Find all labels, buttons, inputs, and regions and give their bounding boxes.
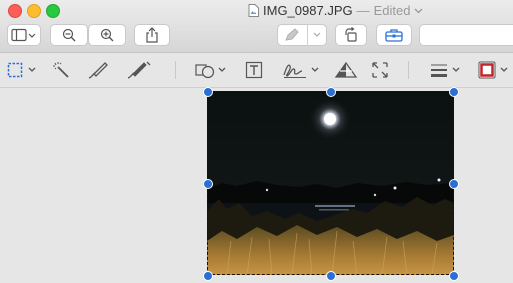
- text-box-icon: [245, 61, 263, 79]
- rectangular-selection-icon: [7, 62, 23, 78]
- shapes-icon: [195, 64, 215, 79]
- adjust-size-tool[interactable]: [370, 59, 390, 81]
- signature-tool[interactable]: [282, 59, 320, 81]
- toolbar-divider: [408, 61, 409, 79]
- title-bar: IMG_0987.JPG — Edited: [0, 0, 513, 53]
- photo-image: [207, 91, 454, 275]
- shape-style-tool[interactable]: [430, 59, 461, 81]
- signature-icon: [283, 64, 306, 78]
- adjust-color-icon: [334, 61, 358, 78]
- chevron-down-icon: [218, 67, 226, 72]
- resize-handle-left[interactable]: [203, 179, 213, 189]
- zoom-out-icon: [62, 28, 76, 42]
- line-style-icon: [431, 64, 447, 77]
- resize-handle-top-left[interactable]: [203, 87, 213, 97]
- chevron-down-icon: [500, 67, 508, 72]
- border-color-icon: [478, 61, 496, 79]
- sidebar-view-button[interactable]: [7, 24, 41, 46]
- markup-button[interactable]: [277, 24, 327, 46]
- chevron-down-icon: [313, 32, 320, 37]
- shapes-tool[interactable]: [195, 59, 227, 81]
- zoom-out-button[interactable]: [50, 24, 88, 46]
- draw-pen-icon: [127, 61, 151, 79]
- resize-handle-top-right[interactable]: [449, 87, 459, 97]
- chevron-down-icon: [415, 8, 423, 13]
- window-title[interactable]: IMG_0987.JPG — Edited: [248, 3, 423, 18]
- border-color-tool[interactable]: [478, 59, 509, 81]
- adjust-color-tool[interactable]: [334, 59, 358, 81]
- chevron-down-icon: [452, 67, 460, 72]
- resize-icon: [372, 62, 388, 78]
- markup-divider: [306, 24, 308, 46]
- image-file-icon: [248, 4, 259, 17]
- resize-handle-bottom-right[interactable]: [449, 271, 459, 281]
- zoom-in-icon: [100, 28, 114, 42]
- photo-night-moon[interactable]: [207, 91, 454, 275]
- magic-wand-icon: [53, 62, 69, 78]
- close-window-button[interactable]: [8, 4, 22, 18]
- maximize-window-button[interactable]: [46, 4, 60, 18]
- search-field[interactable]: [419, 24, 513, 46]
- resize-handle-top[interactable]: [326, 87, 336, 97]
- toolbar-divider: [175, 61, 176, 79]
- sketch-tool[interactable]: [88, 59, 110, 81]
- markup-toolbar: [0, 53, 513, 88]
- text-tool[interactable]: [245, 59, 263, 81]
- resize-handle-right[interactable]: [449, 179, 459, 189]
- edited-status: Edited: [373, 3, 411, 18]
- filename: IMG_0987.JPG: [263, 3, 353, 18]
- selection-tool[interactable]: [7, 59, 37, 81]
- markup-pen-icon: [284, 28, 299, 41]
- sidebar-icon: [11, 28, 36, 42]
- rotate-button[interactable]: [335, 24, 367, 46]
- markup-toolbar-button[interactable]: [376, 24, 412, 46]
- sketch-pen-icon: [88, 62, 108, 79]
- zoom-in-button[interactable]: [88, 24, 126, 46]
- toolbox-icon: [385, 29, 403, 42]
- minimize-window-button[interactable]: [27, 4, 41, 18]
- share-icon: [146, 27, 158, 43]
- resize-handle-bottom-left[interactable]: [203, 271, 213, 281]
- chevron-down-icon: [28, 67, 36, 72]
- resize-handle-bottom[interactable]: [326, 271, 336, 281]
- instant-alpha-tool[interactable]: [52, 59, 72, 81]
- draw-tool[interactable]: [127, 59, 153, 81]
- share-button[interactable]: [134, 24, 170, 46]
- rotate-icon: [345, 27, 357, 42]
- title-separator: —: [356, 3, 370, 18]
- chevron-down-icon: [311, 67, 319, 72]
